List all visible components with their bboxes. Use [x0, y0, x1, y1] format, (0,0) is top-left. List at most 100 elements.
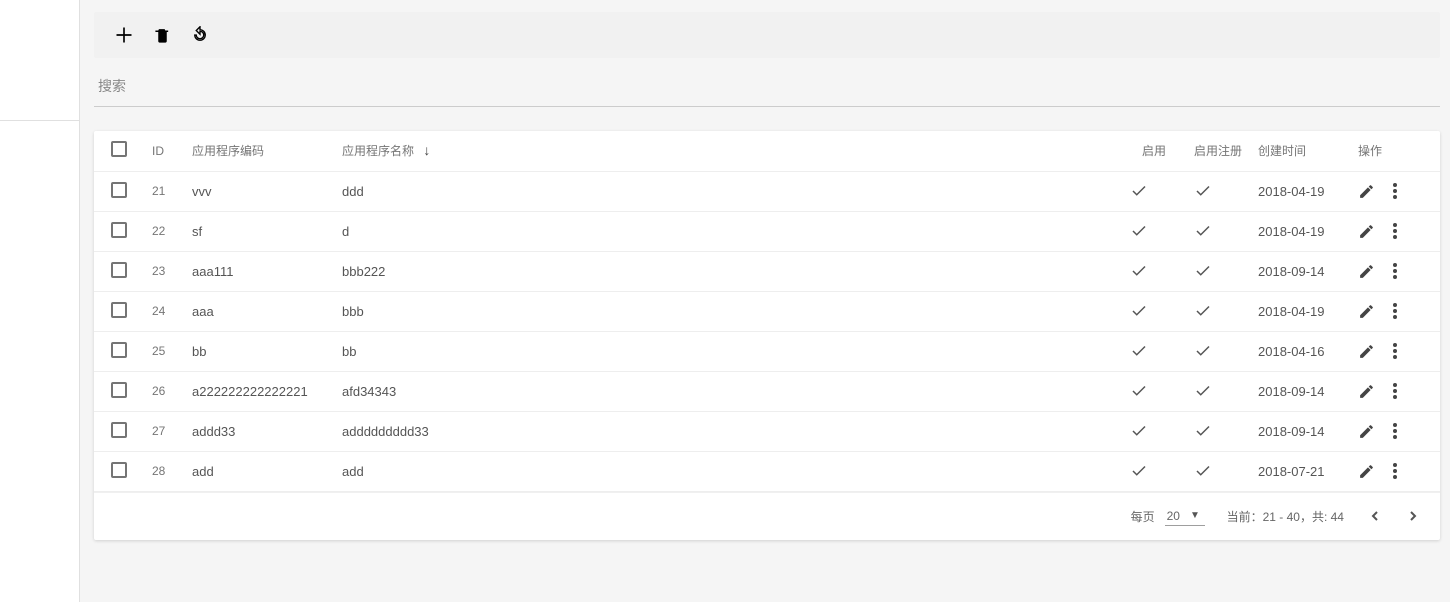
edit-button[interactable] — [1358, 183, 1375, 200]
cell-enable — [1122, 291, 1186, 331]
cell-reg — [1186, 291, 1250, 331]
row-checkbox[interactable] — [111, 262, 127, 278]
cell-date: 2018-07-21 — [1250, 451, 1350, 491]
per-page-label: 每页 — [1131, 508, 1155, 525]
edit-button[interactable] — [1358, 343, 1375, 360]
row-checkbox[interactable] — [111, 462, 127, 478]
pagination: 每页 20 ▼ 当前：21 - 40，共: 44 — [94, 492, 1440, 540]
cell-date: 2018-09-14 — [1250, 411, 1350, 451]
edit-button[interactable] — [1358, 463, 1375, 480]
column-header-reg[interactable]: 启用注册 — [1186, 131, 1250, 171]
column-header-action: 操作 — [1350, 131, 1440, 171]
cell-code: a222222222222221 — [184, 371, 334, 411]
cell-date: 2018-04-19 — [1250, 171, 1350, 211]
column-header-id[interactable]: ID — [144, 131, 184, 171]
cell-enable — [1122, 411, 1186, 451]
table-header-row: ID 应用程序编码 应用程序名称 ↓ 启用 启用注册 创建时间 操作 — [94, 131, 1440, 171]
more-button[interactable] — [1389, 381, 1401, 401]
check-icon — [1194, 382, 1242, 400]
refresh-icon[interactable] — [190, 25, 210, 45]
edit-button[interactable] — [1358, 263, 1375, 280]
check-icon — [1194, 422, 1242, 440]
cell-enable — [1122, 211, 1186, 251]
cell-name: ddd — [334, 171, 1122, 211]
cell-id: 24 — [144, 291, 184, 331]
data-table: ID 应用程序编码 应用程序名称 ↓ 启用 启用注册 创建时间 操作 — [94, 131, 1440, 492]
pagination-range: 当前：21 - 40，共: 44 — [1227, 508, 1344, 525]
cell-name: d — [334, 211, 1122, 251]
cell-enable — [1122, 251, 1186, 291]
row-checkbox[interactable] — [111, 382, 127, 398]
edit-button[interactable] — [1358, 303, 1375, 320]
cell-date: 2018-09-14 — [1250, 371, 1350, 411]
check-icon — [1130, 342, 1178, 360]
edit-button[interactable] — [1358, 423, 1375, 440]
table-row: 24aaabbb2018-04-19 — [94, 291, 1440, 331]
column-header-name[interactable]: 应用程序名称 ↓ — [334, 131, 1122, 171]
cell-name: afd34343 — [334, 371, 1122, 411]
cell-enable — [1122, 451, 1186, 491]
cell-code: add — [184, 451, 334, 491]
column-header-date[interactable]: 创建时间 — [1250, 131, 1350, 171]
cell-name: bbb — [334, 291, 1122, 331]
more-button[interactable] — [1389, 461, 1401, 481]
cell-date: 2018-09-14 — [1250, 251, 1350, 291]
page-size-select[interactable]: 20 ▼ — [1165, 507, 1205, 526]
check-icon — [1194, 182, 1242, 200]
check-icon — [1130, 462, 1178, 480]
next-page-button[interactable] — [1404, 507, 1422, 525]
cell-name: bb — [334, 331, 1122, 371]
check-icon — [1130, 382, 1178, 400]
add-icon[interactable] — [114, 25, 134, 45]
check-icon — [1194, 342, 1242, 360]
cell-code: sf — [184, 211, 334, 251]
more-button[interactable] — [1389, 341, 1401, 361]
more-button[interactable] — [1389, 221, 1401, 241]
table-row: 22sfd2018-04-19 — [94, 211, 1440, 251]
edit-button[interactable] — [1358, 383, 1375, 400]
cell-enable — [1122, 331, 1186, 371]
cell-reg — [1186, 331, 1250, 371]
row-checkbox[interactable] — [111, 342, 127, 358]
cell-code: vvv — [184, 171, 334, 211]
column-header-code[interactable]: 应用程序编码 — [184, 131, 334, 171]
check-icon — [1194, 302, 1242, 320]
select-all-checkbox[interactable] — [111, 141, 127, 157]
row-checkbox[interactable] — [111, 302, 127, 318]
row-checkbox[interactable] — [111, 182, 127, 198]
table-row: 25bbbb2018-04-16 — [94, 331, 1440, 371]
toolbar — [94, 12, 1440, 58]
cell-date: 2018-04-19 — [1250, 291, 1350, 331]
search-input[interactable]: 搜索 — [94, 58, 1440, 107]
prev-page-button[interactable] — [1366, 507, 1384, 525]
cell-date: 2018-04-16 — [1250, 331, 1350, 371]
edit-button[interactable] — [1358, 223, 1375, 240]
cell-id: 22 — [144, 211, 184, 251]
check-icon — [1130, 182, 1178, 200]
delete-icon[interactable] — [152, 25, 172, 45]
cell-name: add — [334, 451, 1122, 491]
column-header-enable[interactable]: 启用 — [1122, 131, 1186, 171]
more-button[interactable] — [1389, 181, 1401, 201]
more-button[interactable] — [1389, 261, 1401, 281]
table-row: 23aaa111bbb2222018-09-14 — [94, 251, 1440, 291]
cell-reg — [1186, 451, 1250, 491]
table-row: 27addd33addddddddd332018-09-14 — [94, 411, 1440, 451]
more-button[interactable] — [1389, 301, 1401, 321]
cell-code: aaa111 — [184, 251, 334, 291]
cell-code: bb — [184, 331, 334, 371]
sidebar — [0, 0, 80, 602]
check-icon — [1130, 262, 1178, 280]
check-icon — [1194, 222, 1242, 240]
data-table-card: ID 应用程序编码 应用程序名称 ↓ 启用 启用注册 创建时间 操作 — [94, 131, 1440, 540]
cell-enable — [1122, 371, 1186, 411]
row-checkbox[interactable] — [111, 222, 127, 238]
table-row: 21vvvddd 2018-04-19 — [94, 171, 1440, 211]
cell-id: 21 — [144, 171, 184, 211]
check-icon — [1130, 222, 1178, 240]
row-checkbox[interactable] — [111, 422, 127, 438]
more-button[interactable] — [1389, 421, 1401, 441]
cell-id: 27 — [144, 411, 184, 451]
table-row: 28addadd2018-07-21 — [94, 451, 1440, 491]
check-icon — [1130, 422, 1178, 440]
